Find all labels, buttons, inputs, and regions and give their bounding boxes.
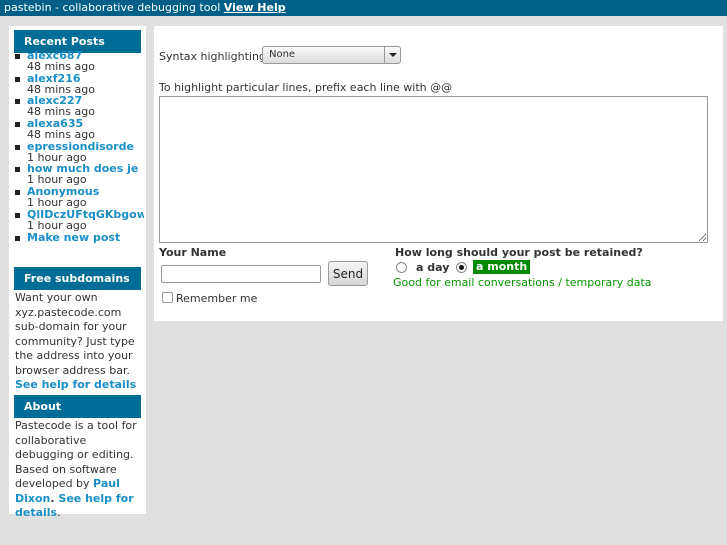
post-time: 48 mins ago bbox=[27, 60, 95, 73]
send-button[interactable]: Send bbox=[328, 261, 368, 286]
bullet-icon bbox=[15, 144, 20, 150]
paste-content-textarea[interactable] bbox=[159, 96, 708, 243]
remember-me-label: Remember me bbox=[176, 292, 258, 305]
post-time: 48 mins ago bbox=[27, 128, 95, 141]
post-time: 48 mins ago bbox=[27, 82, 95, 96]
list-item: Anonymous 1 hour ago bbox=[14, 186, 144, 209]
retain-month-label: a month bbox=[473, 260, 531, 274]
about-description: Pastecode is a tool for collaborative de… bbox=[15, 419, 143, 521]
post-time: 1 hour ago bbox=[27, 196, 87, 209]
site-title: pastebin - collaborative debugging tool bbox=[4, 1, 221, 14]
list-item: alexf216 48 mins ago bbox=[14, 73, 144, 96]
list-item: epressiondisorde 1 hour ago bbox=[14, 141, 144, 164]
bullet-icon bbox=[15, 167, 20, 173]
list-item: alexc227 48 mins ago bbox=[14, 95, 144, 118]
syntax-select[interactable]: None bbox=[262, 46, 401, 64]
post-time: 1 hour ago bbox=[27, 150, 87, 164]
retention-label: How long should your post be retained? bbox=[395, 246, 643, 259]
paste-form: Syntax highlighting: None To highlight p… bbox=[154, 26, 723, 321]
dropdown-arrow bbox=[384, 47, 400, 63]
bullet-icon bbox=[15, 54, 20, 59]
list-item: QlIDczUFtqGKbgow 1 hour ago bbox=[14, 209, 144, 232]
chevron-down-icon bbox=[389, 53, 397, 57]
make-new-post-link[interactable]: Make new post bbox=[27, 232, 144, 243]
sidebar: Recent Posts alexc687 48 mins ago alexf21… bbox=[9, 26, 146, 519]
view-help-link[interactable]: View Help bbox=[224, 1, 286, 14]
bullet-icon bbox=[15, 190, 20, 196]
name-input[interactable] bbox=[161, 265, 321, 283]
remember-me-checkbox[interactable] bbox=[162, 292, 173, 303]
highlight-hint: To highlight particular lines, prefix ea… bbox=[159, 81, 453, 94]
post-time: 1 hour ago bbox=[27, 218, 87, 232]
retain-month-radio[interactable] bbox=[456, 262, 467, 273]
bullet-icon bbox=[15, 99, 20, 105]
list-item: how much does je 1 hour ago bbox=[14, 163, 144, 186]
list-item: Make new post bbox=[14, 232, 144, 244]
about-heading: About bbox=[14, 395, 141, 418]
bullet-icon bbox=[15, 212, 20, 218]
your-name-label: Your Name bbox=[159, 246, 227, 259]
syntax-selected-value: None bbox=[269, 49, 296, 60]
subdomains-text: Want your own xyz.pastecode.com sub-doma… bbox=[15, 291, 135, 377]
about-period: . bbox=[57, 506, 61, 519]
top-bar: pastebin - collaborative debugging tool … bbox=[0, 0, 727, 16]
post-time: 48 mins ago bbox=[27, 105, 95, 119]
retention-hint: Good for email conversations / temporary… bbox=[393, 276, 652, 289]
subdomains-description: Want your own xyz.pastecode.com sub-doma… bbox=[15, 291, 143, 393]
subdomains-help-link[interactable]: See help for details bbox=[15, 378, 136, 391]
post-time: 1 hour ago bbox=[27, 173, 87, 187]
recent-posts-list: alexc687 48 mins ago alexf216 48 mins ago … bbox=[14, 50, 144, 244]
free-subdomains-heading: Free subdomains bbox=[14, 267, 141, 290]
syntax-label: Syntax highlighting: bbox=[159, 50, 270, 63]
retain-day-label: a day bbox=[416, 261, 450, 274]
retain-day-radio[interactable] bbox=[396, 262, 407, 273]
bullet-icon bbox=[15, 122, 20, 128]
list-item: alexc687 48 mins ago bbox=[14, 50, 144, 73]
list-item: alexa635 48 mins ago bbox=[14, 118, 144, 141]
bullet-icon bbox=[15, 76, 20, 82]
bullet-icon bbox=[15, 235, 20, 241]
